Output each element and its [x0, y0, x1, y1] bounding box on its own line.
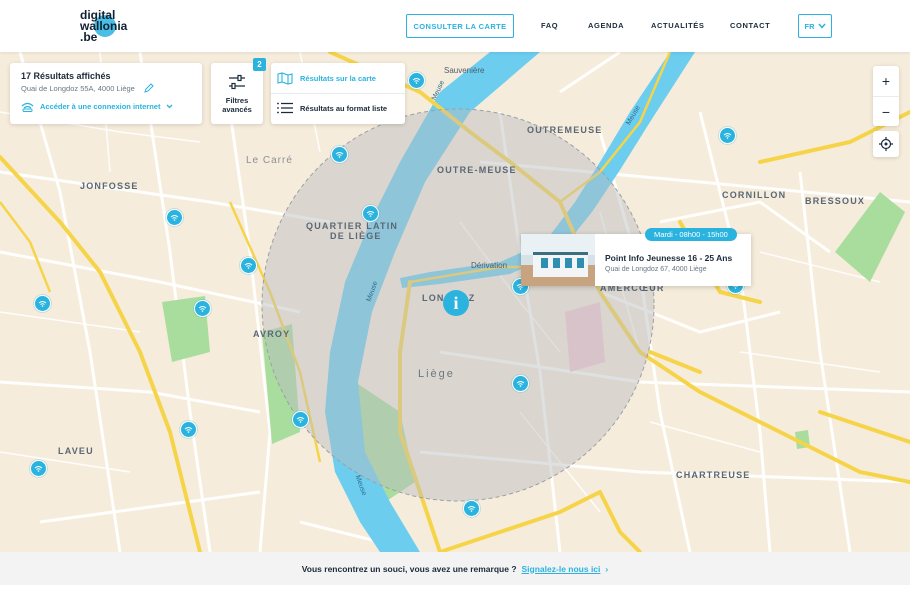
wifi-pin-icon[interactable]	[408, 72, 425, 89]
wifi-pin-icon[interactable]	[331, 146, 348, 163]
area-quartier-latin-2: DE LIÈGE	[330, 231, 382, 241]
nav-faq[interactable]: FAQ	[541, 21, 558, 30]
filters-label: Filtres avancés	[211, 96, 263, 114]
wifi-pin-icon[interactable]	[240, 257, 257, 274]
page-bottom	[0, 585, 910, 597]
wifi-icon	[21, 102, 34, 112]
area-le-carre: Le Carré	[246, 155, 293, 166]
wifi-pin-icon[interactable]	[194, 300, 211, 317]
language-label: FR	[804, 21, 815, 31]
list-view-option[interactable]: Résultats au format liste	[271, 93, 405, 123]
area-quartier-latin-1: QUARTIER LATIN	[306, 221, 399, 231]
nav-actualites[interactable]: ACTUALITÉS	[651, 21, 705, 30]
view-switcher: Résultats sur la carte Résultats au form…	[271, 63, 405, 124]
area-liege: Liège	[418, 368, 455, 380]
internet-connection-label: Accéder à une connexion internet	[40, 102, 161, 111]
sliders-icon	[229, 74, 245, 90]
info-pin-icon[interactable]: i	[443, 290, 469, 316]
zoom-out-button[interactable]: −	[873, 97, 899, 127]
nav-agenda[interactable]: AGENDA	[588, 21, 624, 30]
feedback-question: Vous rencontrez un souci, vous avez une …	[301, 563, 517, 574]
opening-hours-badge: Mardi - 08h00 - 15h00	[645, 228, 737, 241]
area-outremeuse: OUTREMEUSE	[527, 125, 603, 135]
list-icon	[277, 102, 293, 114]
area-avroy: AVROY	[253, 329, 291, 339]
logo-line-3: .be	[80, 30, 98, 44]
language-selector[interactable]: FR	[798, 14, 832, 38]
map-icon	[277, 71, 293, 85]
road-sauveniere: Sauvenière	[444, 66, 485, 75]
filters-label-line1: Filtres	[225, 96, 249, 105]
site-logo[interactable]: digital wallonia .be	[80, 9, 127, 44]
internet-connection-link[interactable]: Accéder à une connexion internet	[21, 101, 173, 112]
map-view-label: Résultats sur la carte	[300, 73, 376, 83]
locate-button[interactable]	[873, 131, 899, 157]
wifi-pin-icon[interactable]	[166, 209, 183, 226]
filters-count-badge: 2	[253, 58, 266, 71]
list-view-label: Résultats au format liste	[300, 103, 388, 113]
zoom-controls: + −	[873, 66, 899, 126]
location-address: Quai de Longdoz 67, 4000 Liège	[605, 266, 707, 273]
opening-hours-text: Mardi - 08h00 - 15h00	[654, 230, 728, 239]
site-header: digital wallonia .be CONSULTER LA CARTE …	[0, 0, 910, 52]
wifi-pin-icon[interactable]	[512, 375, 529, 392]
chevron-right-icon: ›	[605, 563, 609, 574]
results-panel: 17 Résultats affichés Quai de Longdoz 55…	[10, 63, 202, 124]
filters-label-line2: avancés	[222, 105, 252, 114]
results-count: 17 Résultats affichés	[21, 71, 111, 81]
map-canvas[interactable]: OUTREMEUSE OUTRE-MEUSE JONFOSSE QUARTIER…	[0, 52, 910, 552]
nav-contact[interactable]: CONTACT	[730, 21, 770, 30]
results-address: Quai de Longdoz 55A, 4000 Liège	[21, 84, 135, 93]
wifi-pin-icon[interactable]	[180, 421, 197, 438]
area-outre-meuse: OUTRE-MEUSE	[437, 165, 517, 175]
location-name[interactable]: Point Info Jeunesse 16 - 25 Ans	[605, 253, 732, 263]
feedback-bar: Vous rencontrez un souci, vous avez une …	[0, 552, 910, 585]
locate-icon	[879, 137, 893, 151]
wifi-pin-icon[interactable]	[30, 460, 47, 477]
map-view-option[interactable]: Résultats sur la carte	[271, 63, 405, 94]
advanced-filters-button[interactable]: 2 Filtres avancés	[211, 58, 266, 124]
chevron-down-icon	[166, 104, 173, 109]
wifi-pin-icon[interactable]	[292, 411, 309, 428]
area-jonfosse: JONFOSSE	[80, 181, 139, 191]
wifi-pin-icon[interactable]	[34, 295, 51, 312]
wifi-pin-icon[interactable]	[719, 127, 736, 144]
area-cornillon: CORNILLON	[722, 190, 787, 200]
zoom-in-button[interactable]: +	[873, 66, 899, 97]
feedback-link[interactable]: Signalez-le nous ici	[522, 564, 601, 574]
pencil-icon[interactable]	[144, 83, 154, 93]
road-derivation: Dérivation	[471, 261, 508, 270]
location-photo	[521, 234, 595, 286]
area-bressoux: BRESSOUX	[805, 196, 866, 206]
wifi-pin-icon[interactable]	[463, 500, 480, 517]
consult-map-button[interactable]: CONSULTER LA CARTE	[406, 14, 514, 38]
chevron-down-icon	[817, 23, 826, 29]
area-laveu: LAVEU	[58, 446, 94, 456]
area-chartreuse: CHARTREUSE	[676, 470, 751, 480]
location-popup[interactable]: Mardi - 08h00 - 15h00 Point Info Jeuness…	[521, 228, 751, 286]
wifi-pin-icon[interactable]	[362, 205, 379, 222]
